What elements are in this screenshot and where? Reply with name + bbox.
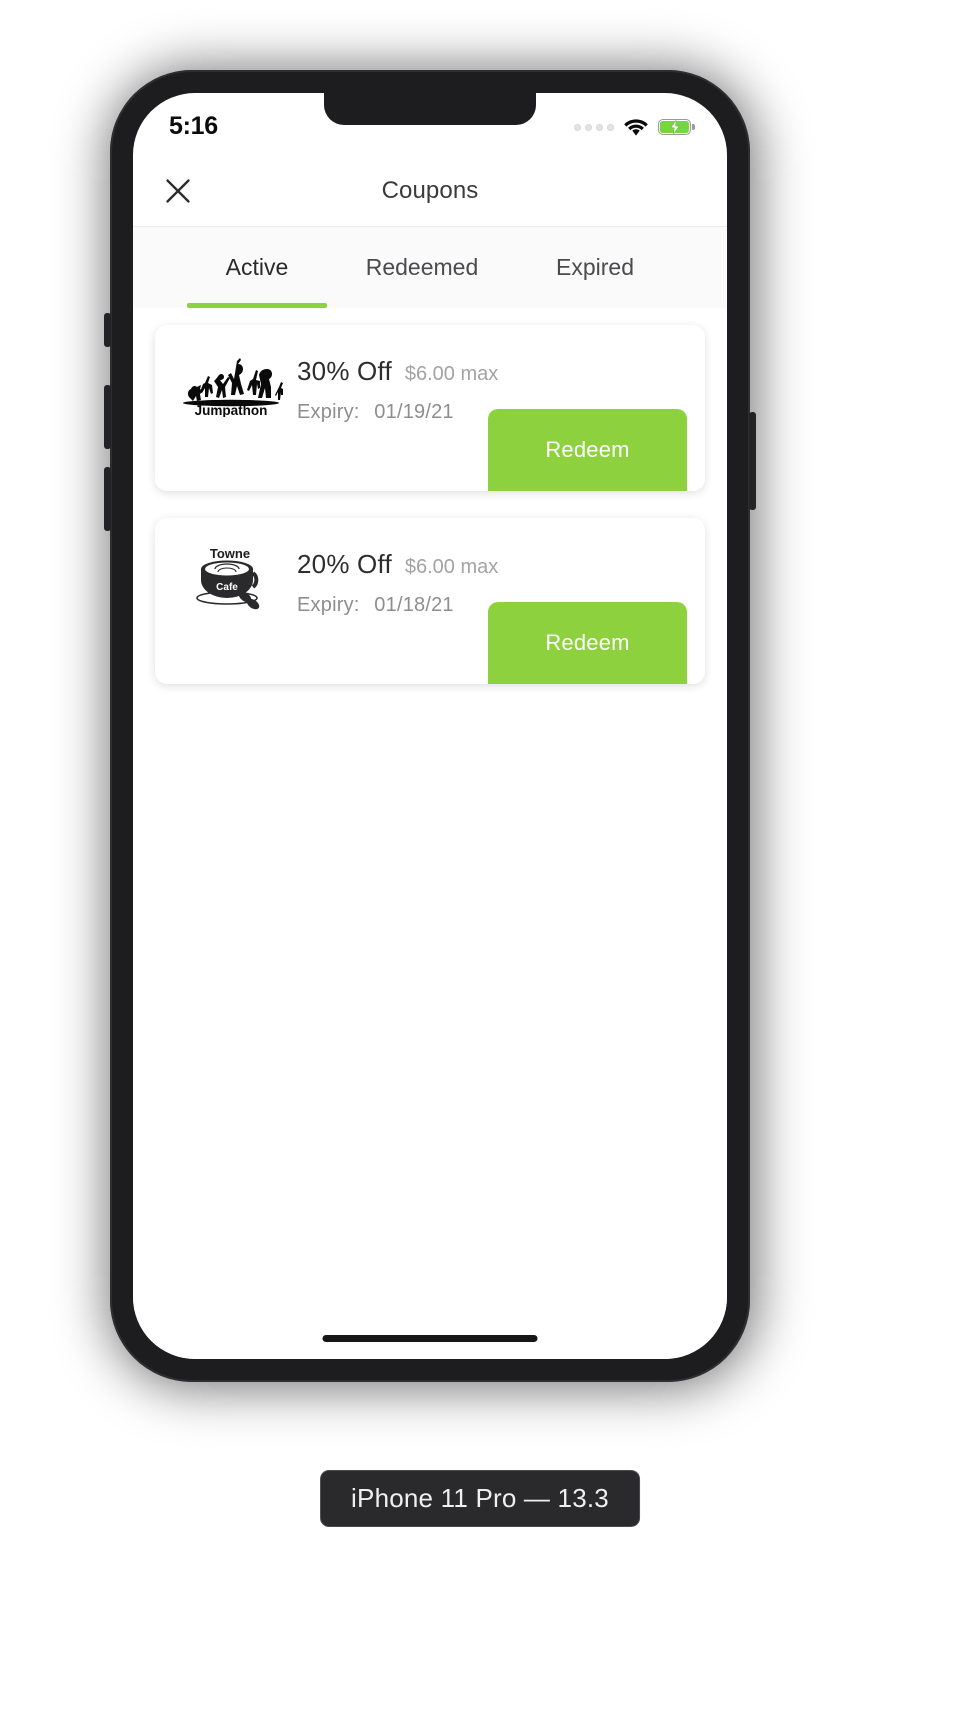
phone-screen: 5:16 Coupons Active Redeemed Expired Jum…: [133, 93, 727, 1359]
redeem-button[interactable]: Redeem: [488, 409, 687, 491]
coupon-card[interactable]: Jumpathon 30% Off $6.00 max Expiry: 01/1…: [155, 325, 705, 491]
status-bar-indicators: [574, 118, 695, 137]
tab-redeemed[interactable]: Redeemed: [327, 227, 517, 308]
tab-bar: Active Redeemed Expired: [133, 227, 727, 308]
expiry-label: Expiry:: [297, 594, 360, 616]
coupon-card[interactable]: Towne Cafe 20% Off $6.00 max Expiry: 01/…: [155, 518, 705, 684]
tab-label: Redeemed: [365, 254, 479, 280]
battery-charging-icon: [658, 119, 695, 135]
svg-text:Towne: Towne: [210, 546, 250, 561]
app-header: Coupons: [133, 155, 727, 227]
coupon-details: 30% Off $6.00 max Expiry: 01/19/21: [285, 352, 498, 424]
coupon-discount: 20% Off: [297, 549, 392, 579]
tab-expired[interactable]: Expired: [517, 227, 673, 308]
volume-up-button[interactable]: [104, 385, 111, 449]
expiry-label: Expiry:: [297, 401, 360, 423]
tab-label: Active: [225, 254, 289, 280]
coupon-headline: 30% Off $6.00 max: [297, 356, 498, 387]
screenshot-root: 5:16 Coupons Active Redeemed Expired Jum…: [0, 0, 960, 1723]
status-bar-time: 5:16: [169, 111, 218, 140]
expiry-date: 01/19/21: [374, 401, 454, 423]
coupon-discount: 30% Off: [297, 356, 392, 386]
towne-cafe-logo: Towne Cafe: [177, 545, 285, 611]
wifi-icon: [624, 118, 648, 136]
tab-label: Expired: [556, 254, 634, 280]
coupon-details: 20% Off $6.00 max Expiry: 01/18/21: [285, 545, 498, 617]
device-label: iPhone 11 Pro — 13.3: [320, 1470, 640, 1527]
tab-active[interactable]: Active: [187, 227, 327, 308]
silent-switch-button[interactable]: [104, 313, 111, 347]
close-button[interactable]: [157, 170, 199, 212]
svg-text:Jumpathon: Jumpathon: [195, 403, 268, 417]
coupon-expiry: Expiry: 01/19/21: [297, 401, 498, 424]
coupon-max-value: $6.00 max: [404, 363, 499, 385]
coupon-max-value: $6.00 max: [404, 556, 499, 578]
coupon-list: Jumpathon 30% Off $6.00 max Expiry: 01/1…: [133, 308, 727, 1359]
close-icon: [166, 178, 190, 203]
coupon-expiry: Expiry: 01/18/21: [297, 594, 498, 617]
device-notch: [324, 93, 536, 125]
expiry-date: 01/18/21: [374, 594, 454, 616]
volume-down-button[interactable]: [104, 467, 111, 531]
jumpathon-logo-icon: Jumpathon: [183, 358, 283, 417]
signal-dots-icon: [574, 123, 614, 131]
page-title: Coupons: [381, 176, 479, 204]
redeem-button[interactable]: Redeem: [488, 602, 687, 684]
home-indicator[interactable]: [322, 1335, 538, 1342]
svg-text:Cafe: Cafe: [216, 582, 238, 593]
charging-bolt-icon: [670, 120, 679, 134]
jumpathon-logo: Jumpathon: [177, 352, 285, 418]
towne-cafe-logo-icon: Towne Cafe: [196, 546, 260, 610]
power-button[interactable]: [749, 412, 756, 510]
coupon-headline: 20% Off $6.00 max: [297, 549, 498, 580]
